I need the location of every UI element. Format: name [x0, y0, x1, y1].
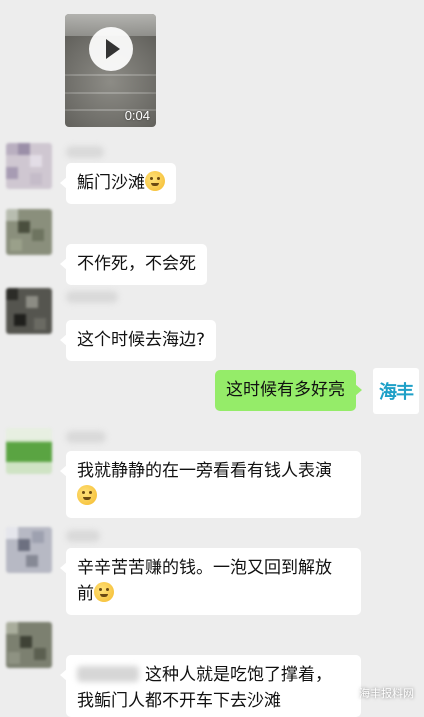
- message-bubble[interactable]: 鮜门沙滩: [60, 163, 176, 204]
- avatar[interactable]: [6, 428, 52, 474]
- play-icon[interactable]: [89, 27, 133, 71]
- video-message[interactable]: 0:04: [65, 14, 156, 127]
- nickname-blurred: [66, 291, 118, 303]
- avatar[interactable]: [6, 209, 52, 255]
- nickname-blurred: [66, 530, 100, 542]
- message-text: 这时候有多好亮: [226, 380, 345, 400]
- watermark: 海丰报料网: [342, 685, 414, 701]
- message-bubble[interactable]: 这个时候去海边?: [59, 320, 217, 361]
- watermark-text: 海丰报料网: [359, 687, 414, 700]
- message-text: 鮜门沙滩: [77, 173, 145, 193]
- wechat-icon: [342, 686, 355, 700]
- nickname-blurred: [66, 146, 104, 158]
- brand-avatar-text: 海丰: [379, 382, 414, 403]
- message-bubble-self[interactable]: 这时候有多好亮: [215, 370, 362, 411]
- message-text-line2: 我鲘门人都不开车下去沙滩: [77, 691, 281, 711]
- message-bubble[interactable]: 辛辛苦苦赚的钱。一泡又回到解放 前: [60, 548, 361, 615]
- nickname-blurred: [66, 431, 106, 443]
- avatar[interactable]: [6, 527, 52, 573]
- message-text: 不作死，不会死: [77, 254, 196, 274]
- avatar[interactable]: [6, 143, 52, 189]
- message-text-line2: 前: [77, 584, 94, 604]
- message-text: 我就静静的在一旁看看有钱人表演: [77, 461, 332, 481]
- thinking-emoji: [94, 582, 114, 602]
- message-bubble[interactable]: 这种人就是吃饱了撑着， 我鲘门人都不开车下去沙滩: [60, 655, 361, 717]
- self-avatar[interactable]: 海丰: [373, 368, 419, 414]
- mention-blurred: [77, 666, 139, 682]
- message-text: 辛辛苦苦赚的钱。一泡又回到解放: [77, 558, 332, 578]
- message-text: 这个时候去海边?: [77, 330, 206, 350]
- avatar[interactable]: [6, 288, 52, 334]
- message-bubble[interactable]: 不作死，不会死: [60, 244, 207, 285]
- laughing-tears-emoji: [145, 171, 165, 191]
- avatar[interactable]: [6, 622, 52, 668]
- message-bubble[interactable]: 我就静静的在一旁看看有钱人表演: [60, 451, 361, 518]
- video-duration: 0:04: [124, 108, 150, 123]
- smirk-emoji: [77, 485, 97, 505]
- message-text: 这种人就是吃饱了撑着，: [145, 665, 332, 685]
